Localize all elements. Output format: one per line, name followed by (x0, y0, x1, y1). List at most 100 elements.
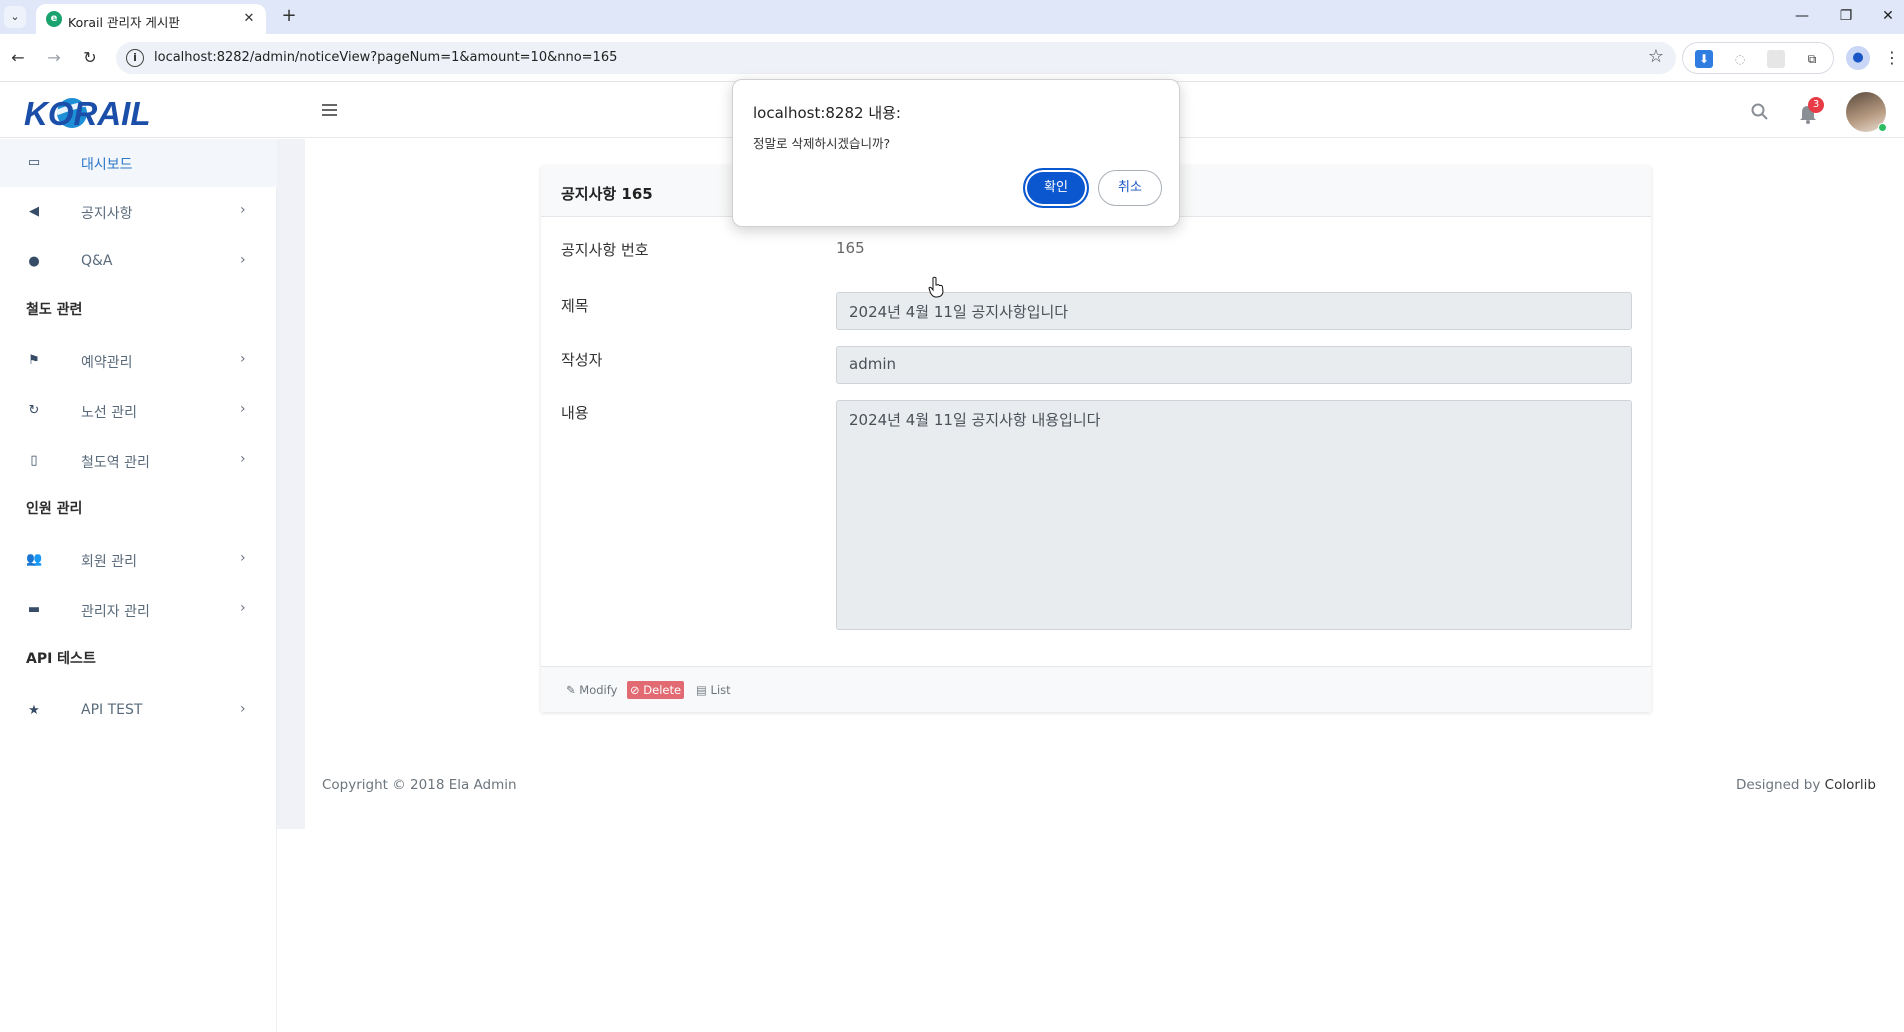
section-heading-rail: 철도 관련 (26, 302, 83, 318)
star-icon: ★ (28, 703, 40, 718)
list-button[interactable]: ▤ List (693, 681, 734, 699)
content-textarea[interactable]: 2024년 4월 11일 공지사항 내용입니다 (836, 400, 1632, 630)
extension-icon[interactable]: ◌ (1731, 50, 1749, 68)
browser-tabbar: ⌄ e Korail 관리자 게시판 ✕ + — ❐ ✕ (0, 0, 1904, 34)
url-text[interactable]: localhost:8282/admin/noticeView?pageNum=… (154, 50, 617, 65)
modify-label: Modify (579, 683, 618, 697)
puzzle-extensions-icon[interactable]: ⧉ (1803, 50, 1821, 68)
browser-menu-icon[interactable]: ⋮ (1884, 46, 1900, 70)
sidebar-item-notice[interactable]: ◀ 공지사항 › (0, 188, 277, 236)
chevron-right-icon: › (240, 252, 246, 268)
briefcase-icon: ▬ (27, 602, 41, 617)
sidebar-item-dashboard[interactable]: ▭ 대시보드 (0, 139, 277, 187)
extensions-group: ⬇ ◌ ⧉ (1682, 42, 1834, 74)
favicon-icon: e (46, 11, 62, 27)
browser-tab[interactable]: e Korail 관리자 게시판 ✕ (36, 4, 266, 34)
notification-count-badge: 3 (1808, 97, 1824, 113)
card-footer: ✎ Modify ⊘ Delete ▤ List (541, 666, 1651, 712)
confirm-dialog: localhost:8282 내용: 정말로 삭제하시겠습니까? 확인 취소 (732, 79, 1180, 227)
extension-blank-icon[interactable] (1767, 50, 1785, 68)
chevron-right-icon: › (240, 550, 246, 566)
sidebar-item-label: Q&A (81, 253, 113, 269)
sidebar-item-label: 노선 관리 (81, 405, 137, 421)
subject-label: 제목 (561, 297, 589, 315)
list-label: List (710, 683, 731, 697)
sidebar-item-route[interactable]: ↻ 노선 관리 › (0, 387, 277, 435)
copyright-text: Copyright © 2018 Ela Admin (322, 777, 517, 793)
sidebar-item-label: 회원 관리 (81, 554, 137, 570)
sidebar-item-api-test[interactable]: ★ API TEST › (0, 687, 277, 735)
sidebar-item-reservation[interactable]: ⚑ 예약관리 › (0, 337, 277, 385)
sidebar-item-label: API TEST (81, 702, 143, 718)
download-extension-icon[interactable]: ⬇ (1695, 50, 1713, 68)
card-title: 공지사항 165 (561, 185, 653, 203)
subject-field[interactable]: 2024년 4월 11일 공지사항입니다 (836, 292, 1632, 330)
hand-cursor-icon (928, 276, 944, 298)
sidebar-item-label: 관리자 관리 (81, 604, 150, 620)
pencil-icon: ✎ (566, 683, 576, 697)
chevron-right-icon: › (240, 401, 246, 417)
list-icon: ▤ (696, 683, 707, 697)
back-arrow-icon[interactable]: ← (6, 46, 30, 70)
building-icon: ▯ (30, 453, 38, 468)
sidebar-item-admins[interactable]: ▬ 관리자 관리 › (0, 586, 277, 634)
dialog-message: 정말로 삭제하시겠습니까? (753, 136, 891, 151)
reload-icon[interactable]: ↻ (78, 46, 102, 70)
chevron-right-icon: › (240, 351, 246, 367)
designed-by-text: Designed by Colorlib (1736, 777, 1876, 793)
minimize-icon[interactable]: — (1784, 4, 1820, 28)
chevron-right-icon: › (240, 202, 246, 218)
chevron-right-icon: › (240, 600, 246, 616)
online-status-dot (1878, 123, 1887, 132)
notification-bell[interactable]: 3 (1794, 97, 1824, 127)
writer-field[interactable]: admin (836, 346, 1632, 384)
sidebar-item-label: 공지사항 (81, 206, 133, 222)
chevron-right-icon: › (240, 451, 246, 467)
confirm-ok-button[interactable]: 확인 (1023, 168, 1089, 208)
laptop-icon: ▭ (27, 155, 41, 170)
chevron-right-icon: › (240, 701, 246, 717)
new-tab-plus-icon[interactable]: + (278, 6, 300, 28)
dialog-title: localhost:8282 내용: (753, 104, 901, 122)
address-bar-row: ← → ↻ i localhost:8282/admin/noticeView?… (0, 34, 1904, 82)
site-info-icon[interactable]: i (126, 49, 144, 67)
menu-toggle-icon[interactable] (318, 101, 340, 121)
tab-search-chevron-icon[interactable]: ⌄ (4, 6, 26, 28)
search-icon[interactable] (1748, 100, 1772, 124)
sidebar-item-label: 대시보드 (81, 157, 133, 173)
notice-number-label: 공지사항 번호 (561, 241, 649, 259)
bullhorn-icon: ◀ (29, 204, 39, 219)
confirm-cancel-button[interactable]: 취소 (1098, 170, 1162, 206)
profile-icon[interactable]: ● (1846, 46, 1870, 70)
section-heading-people: 인원 관리 (26, 501, 83, 517)
refresh-icon: ↻ (28, 403, 40, 418)
sidebar-item-label: 예약관리 (81, 355, 133, 371)
delete-label: Delete (643, 683, 682, 697)
writer-label: 작성자 (561, 351, 603, 369)
flag-icon: ⚑ (28, 353, 40, 368)
ban-icon: ⊘ (630, 683, 640, 697)
sidebar: ▭ 대시보드 ◀ 공지사항 › ● Q&A › 철도 관련 ⚑ 예약관리 › ↻… (0, 139, 277, 1032)
korail-logo[interactable]: KORAIL (24, 91, 174, 131)
users-icon: 👥 (26, 552, 43, 567)
tab-title: Korail 관리자 게시판 (68, 15, 180, 30)
delete-button[interactable]: ⊘ Delete (627, 681, 685, 699)
url-bar[interactable]: i localhost:8282/admin/noticeView?pageNu… (116, 42, 1676, 74)
logo-text: KORAIL (24, 95, 151, 131)
bookmark-star-icon[interactable]: ☆ (1648, 46, 1664, 67)
designed-prefix: Designed by (1736, 777, 1825, 793)
sidebar-item-qna[interactable]: ● Q&A › (0, 238, 277, 286)
forward-arrow-icon[interactable]: → (42, 46, 66, 70)
close-tab-icon[interactable]: ✕ (240, 10, 258, 28)
sidebar-item-members[interactable]: 👥 회원 관리 › (0, 536, 277, 584)
restore-icon[interactable]: ❐ (1828, 4, 1864, 28)
section-heading-api: API 테스트 (26, 651, 96, 667)
sidebar-item-station[interactable]: ▯ 철도역 관리 › (0, 437, 277, 485)
comments-icon: ● (28, 254, 40, 269)
content-label: 내용 (561, 404, 589, 422)
window-close-icon[interactable]: ✕ (1870, 4, 1904, 28)
modify-button[interactable]: ✎ Modify (563, 681, 620, 699)
colorlib-link[interactable]: Colorlib (1825, 777, 1876, 793)
notice-card: 공지사항 165 공지사항 번호 165 제목 2024년 4월 11일 공지사… (541, 166, 1651, 712)
notice-number-value: 165 (836, 239, 865, 257)
